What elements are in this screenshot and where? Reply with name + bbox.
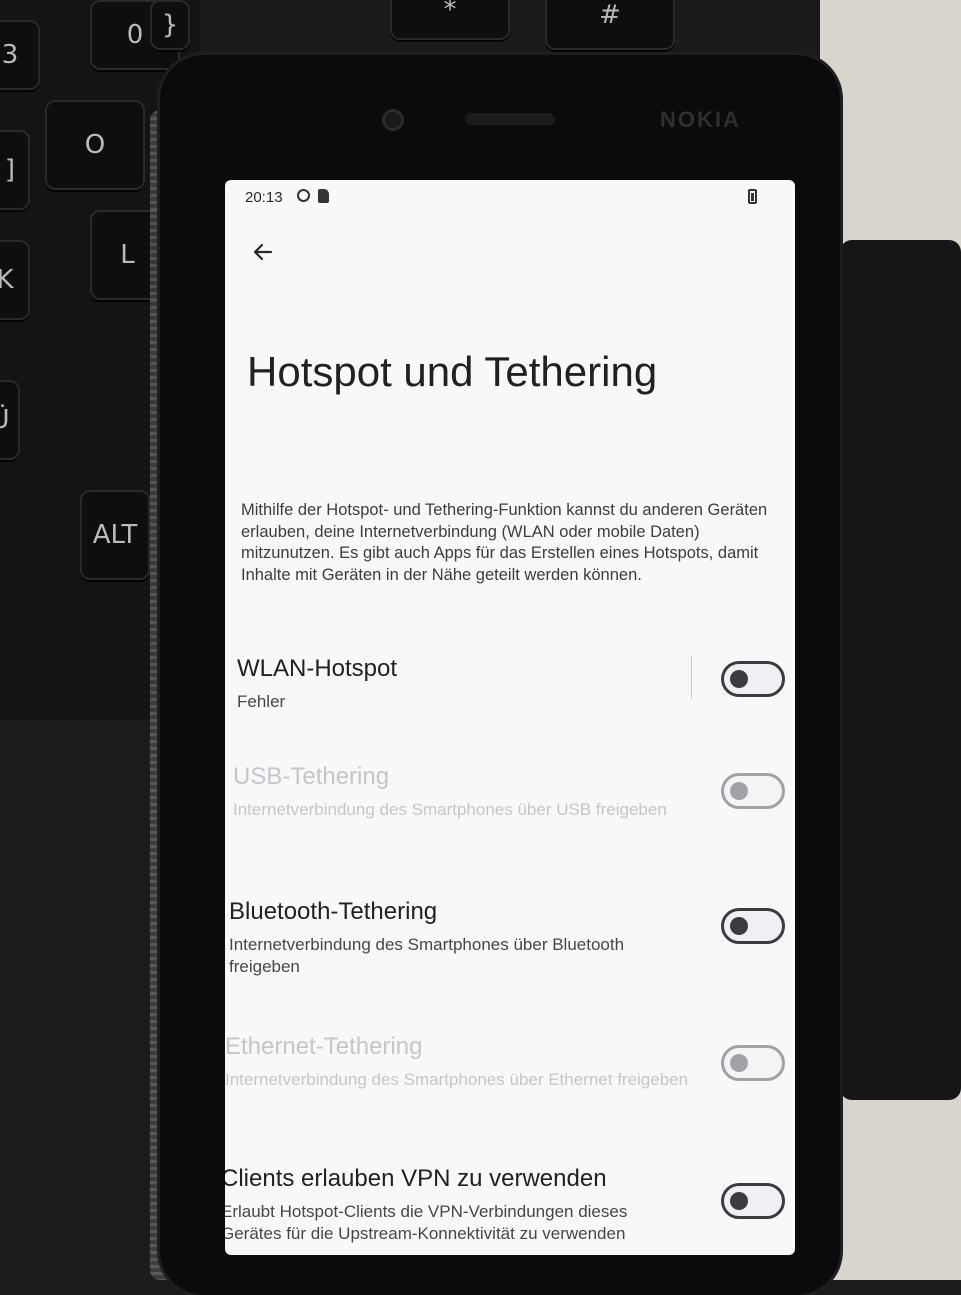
setting-title: Ethernet-Tethering — [225, 1033, 423, 1060]
keyboard-key: Ü — [0, 380, 20, 460]
sync-icon — [297, 189, 310, 202]
setting-title: USB-Tethering — [233, 763, 390, 790]
setting-subtitle: Internetverbindung des Smartphones über … — [229, 935, 625, 976]
clients-vpn-toggle[interactable] — [721, 1183, 785, 1219]
setting-usb-tethering: USB-Tethering Internetverbindung des Sma… — [233, 763, 795, 863]
wlan-hotspot-toggle[interactable] — [721, 661, 785, 697]
toggle-knob — [730, 917, 748, 935]
keyboard-key: * — [390, 0, 510, 40]
ethernet-tethering-toggle — [721, 1045, 785, 1081]
status-bar: 20:13 — [225, 180, 795, 216]
keyboard-key: ALT — [80, 490, 150, 580]
keyboard-key: # — [545, 0, 675, 50]
usb-tethering-toggle — [721, 773, 785, 809]
status-icons — [297, 189, 329, 203]
toggle-knob — [730, 1054, 748, 1072]
phone-body: NOKIA 20:13 Hotspot und Tethering Mithil… — [160, 55, 840, 1295]
keyboard-key: 3 — [0, 20, 40, 90]
battery-icon — [748, 189, 757, 204]
setting-title: Clients erlauben VPN zu verwenden — [225, 1165, 607, 1192]
row-divider — [691, 655, 692, 699]
back-button[interactable] — [239, 232, 287, 272]
setting-bluetooth-tethering[interactable]: Bluetooth-Tethering Internetverbindung d… — [229, 898, 795, 998]
keyboard-key: } — [150, 0, 190, 50]
setting-wlan-hotspot[interactable]: WLAN-Hotspot Fehler — [237, 655, 795, 755]
keyboard-key: O — [45, 100, 145, 190]
toggle-knob — [730, 782, 748, 800]
front-camera — [382, 109, 404, 131]
toggle-knob — [730, 670, 748, 688]
settings-screen: 20:13 Hotspot und Tethering Mithilfe der… — [225, 180, 795, 1255]
page-description: Mithilfe der Hotspot- und Tethering-Funk… — [241, 501, 768, 584]
setting-subtitle: Internetverbindung des Smartphones über … — [233, 800, 667, 819]
status-time: 20:13 — [245, 189, 283, 206]
bluetooth-tethering-toggle[interactable] — [721, 908, 785, 944]
setting-subtitle: Erlaubt Hotspot-Clients die VPN-Verbindu… — [225, 1202, 628, 1243]
keyboard-key: ] — [0, 130, 30, 210]
toggle-knob — [730, 1192, 748, 1210]
keyboard-key: K — [0, 240, 30, 320]
sd-card-icon — [318, 189, 329, 203]
page-title: Hotspot und Tethering — [247, 348, 658, 395]
earpiece-speaker — [465, 113, 555, 125]
setting-subtitle: Internetverbindung des Smartphones über … — [225, 1070, 689, 1089]
setting-clients-vpn[interactable]: Clients erlauben VPN zu verwenden Erlaub… — [225, 1165, 791, 1255]
brand-logo: NOKIA — [660, 107, 741, 132]
dark-case — [840, 240, 961, 1100]
setting-subtitle: Fehler — [237, 692, 286, 711]
setting-ethernet-tethering: Ethernet-Tethering Internetverbindung de… — [225, 1033, 795, 1133]
arrow-left-icon — [253, 243, 273, 261]
setting-title: Bluetooth-Tethering — [229, 898, 438, 925]
setting-title: WLAN-Hotspot — [237, 655, 398, 682]
